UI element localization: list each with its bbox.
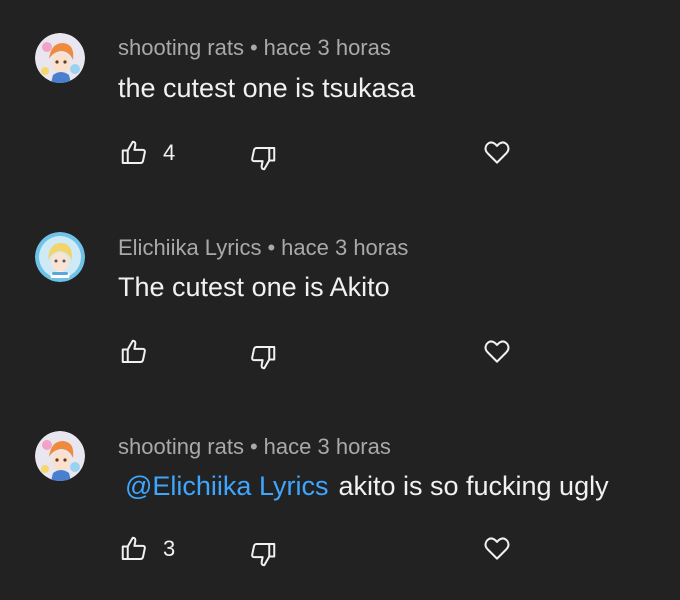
dislike-button[interactable] — [248, 539, 278, 569]
separator-dot: • — [249, 35, 258, 60]
separator-dot: • — [249, 434, 258, 459]
author-name[interactable]: shooting rats — [118, 35, 244, 60]
heart-icon[interactable] — [482, 336, 512, 366]
heart-button[interactable] — [482, 137, 512, 167]
comment-meta: shooting rats • hace 3 horas — [118, 35, 391, 61]
heart-button[interactable] — [482, 336, 512, 366]
thumbs-down-icon[interactable] — [248, 143, 278, 173]
heart-icon[interactable] — [482, 533, 512, 563]
mention-link[interactable]: @Elichiika Lyrics — [125, 471, 328, 501]
thumbs-down-icon[interactable] — [248, 539, 278, 569]
comment-text: @Elichiika Lyrics akito is so fucking ugl… — [118, 471, 609, 502]
avatar[interactable] — [35, 232, 85, 282]
dislike-button[interactable] — [248, 342, 278, 372]
comment-body: The cutest one is Akito — [118, 272, 390, 302]
comment-actions: 3 — [0, 533, 680, 573]
comment: shooting rats • hace 3 horas @Elichiika Ly… — [0, 400, 680, 600]
heart-button[interactable] — [482, 533, 512, 563]
like-button[interactable]: 3 — [119, 533, 175, 565]
heart-icon[interactable] — [482, 137, 512, 167]
comment-text: The cutest one is Akito — [118, 272, 390, 303]
thumbs-down-icon[interactable] — [248, 342, 278, 372]
comment-time[interactable]: hace 3 horas — [264, 35, 391, 60]
like-count: 3 — [163, 536, 176, 561]
comment-time[interactable]: hace 3 horas — [264, 434, 391, 459]
thumbs-up-icon[interactable] — [119, 138, 149, 168]
author-name[interactable]: shooting rats — [118, 434, 244, 459]
thumbs-up-icon[interactable] — [119, 534, 149, 564]
comment-actions: 4 — [0, 137, 680, 177]
like-count: 4 — [163, 140, 176, 165]
dislike-button[interactable] — [248, 143, 278, 173]
comment-body: akito is so fucking ugly — [338, 471, 609, 501]
like-button[interactable]: 4 — [119, 137, 175, 169]
avatar[interactable] — [35, 431, 85, 481]
like-button[interactable] — [119, 336, 163, 368]
comment: shooting rats • hace 3 horas the cutest on… — [0, 0, 680, 200]
comment-meta: Elichiika Lyrics • hace 3 horas — [118, 235, 408, 261]
comment-actions — [0, 336, 680, 376]
comment-meta: shooting rats • hace 3 horas — [118, 434, 391, 460]
separator-dot: • — [267, 235, 276, 260]
author-name[interactable]: Elichiika Lyrics — [118, 235, 261, 260]
avatar[interactable] — [35, 33, 85, 83]
thumbs-up-icon[interactable] — [119, 337, 149, 367]
comment-time[interactable]: hace 3 horas — [281, 235, 408, 260]
comment-text: the cutest one is tsukasa — [118, 73, 415, 104]
comment-body: the cutest one is tsukasa — [118, 73, 416, 103]
comment: Elichiika Lyrics • hace 3 horas The cutest… — [0, 200, 680, 400]
